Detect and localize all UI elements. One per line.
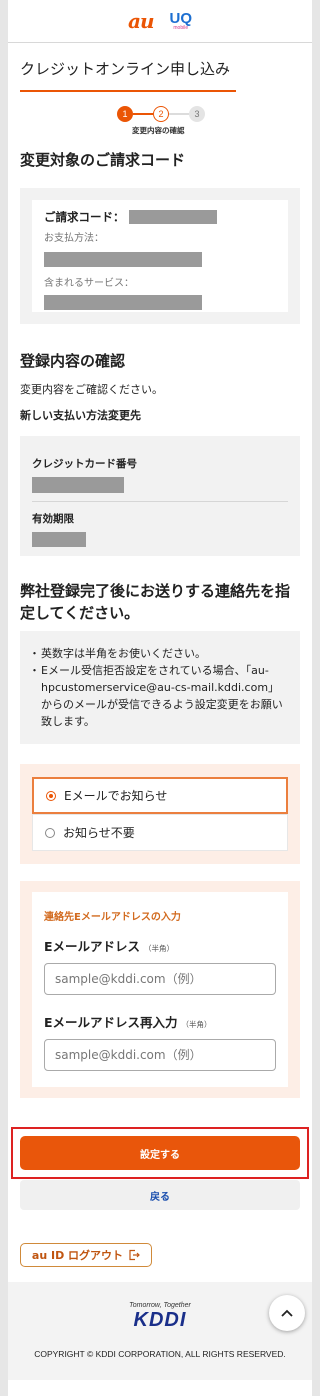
kddi-logo[interactable]: Tomorrow, Together KDDI — [8, 1302, 312, 1332]
radio-no-notify[interactable]: お知らせ不要 — [32, 814, 288, 851]
step-3: 3 — [189, 106, 205, 122]
email-hint: （半角） — [144, 944, 175, 953]
email-label: Eメールアドレス — [44, 939, 141, 954]
card-number-label: クレジットカード番号 — [32, 458, 137, 470]
services-label: 含まれるサービス： — [44, 278, 134, 289]
copyright: COPYRIGHT © KDDI CORPORATION, ALL RIGHTS… — [34, 1349, 286, 1359]
logout-button[interactable]: au ID ログアウト — [20, 1243, 152, 1267]
back-to-top-button[interactable] — [269, 1295, 305, 1331]
page-title-bar: クレジットオンライン申し込み — [8, 42, 312, 92]
back-button[interactable]: 戻る — [20, 1180, 300, 1210]
contact-heading: 弊社登録完了後にお送りする連絡先を指定してください。 — [20, 582, 291, 622]
notes-box: 英数字は半角をお使いください。 Eメール受信拒否設定をされている場合、「au-h… — [20, 631, 300, 744]
billing-code-masked — [128, 210, 217, 224]
registration-heading: 登録内容の確認 — [20, 352, 126, 370]
chevron-up-icon — [281, 1309, 293, 1317]
payment-method-masked — [44, 252, 202, 267]
logout-icon — [129, 1249, 140, 1261]
radio-selected-icon — [46, 790, 56, 801]
uq-logo-text: UQ — [169, 10, 193, 27]
logout-label: au ID ログアウト — [31, 1249, 124, 1262]
footer: Tomorrow, Together KDDI COPYRIGHT © KDDI… — [8, 1282, 312, 1380]
card-number-masked — [32, 477, 124, 493]
note-item: 英数字は半角をお使いください。 — [29, 645, 288, 662]
kddi-tagline: Tomorrow, Together — [129, 1302, 191, 1309]
notify-options: Eメールでお知らせ お知らせ不要 — [20, 764, 300, 864]
billing-box: ご請求コード： お支払方法： 含まれるサービス： — [20, 188, 300, 324]
step-2: 2 — [153, 106, 169, 122]
card-divider — [32, 501, 288, 502]
au-logo[interactable]: au — [128, 9, 154, 33]
radio-email-notify[interactable]: Eメールでお知らせ — [32, 777, 288, 814]
billing-heading: 変更対象のご請求コード — [20, 151, 186, 169]
email-confirm-hint: （半角） — [181, 1020, 212, 1029]
email-form-card: 連絡先Eメールアドレスの入力 Eメールアドレス（半角） Eメールアドレス再入力（… — [32, 892, 288, 1087]
radio-email-label: Eメールでお知らせ — [64, 789, 168, 803]
page-title: クレジットオンライン申し込み — [20, 60, 231, 78]
page: au UQ mobile クレジットオンライン申し込み 1 2 3 変更内容の確… — [8, 0, 312, 1396]
note-item: Eメール受信拒否設定をされている場合、「au-hpcustomerservice… — [29, 662, 288, 730]
kddi-wordmark: KDDI — [133, 1309, 187, 1331]
step-connector-1 — [133, 113, 153, 115]
payment-method-label: お支払方法： — [44, 233, 104, 244]
new-payment-subheading: 新しい支払い方法変更先 — [20, 409, 141, 422]
expiry-label: 有効期限 — [32, 513, 74, 525]
email-confirm-label-row: Eメールアドレス再入力 （半角） — [44, 1012, 276, 1031]
radio-no-notify-label: お知らせ不要 — [63, 826, 135, 840]
expiry-masked — [32, 532, 86, 547]
notes-list: 英数字は半角をお使いください。 Eメール受信拒否設定をされている場合、「au-h… — [29, 645, 288, 730]
email-input[interactable] — [44, 963, 276, 995]
step-connector-2 — [169, 113, 189, 115]
email-label-row: Eメールアドレス （半角） — [44, 936, 276, 955]
uq-mobile-logo[interactable]: UQ mobile — [170, 11, 193, 31]
email-form-heading: 連絡先Eメールアドレスの入力 — [44, 912, 181, 923]
billing-code-label: ご請求コード： — [44, 210, 125, 224]
submit-button[interactable]: 設定する — [20, 1136, 300, 1170]
uq-logo-sub: mobile — [173, 25, 189, 31]
card-info-box: クレジットカード番号 有効期限 — [20, 436, 300, 556]
step-label: 変更内容の確認 — [132, 126, 185, 135]
services-masked — [44, 295, 202, 310]
radio-empty-icon — [45, 827, 55, 838]
registration-instruction: 変更内容をご確認ください。 — [20, 383, 163, 396]
email-confirm-input[interactable] — [44, 1039, 276, 1071]
billing-card: ご請求コード： お支払方法： 含まれるサービス： — [32, 200, 288, 312]
email-confirm-label: Eメールアドレス再入力 — [44, 1015, 178, 1030]
email-form-box: 連絡先Eメールアドレスの入力 Eメールアドレス（半角） Eメールアドレス再入力（… — [20, 881, 300, 1098]
progress-steps: 1 2 3 変更内容の確認 — [8, 92, 312, 142]
header-logos: au UQ mobile — [8, 0, 312, 42]
step-1: 1 — [117, 106, 133, 122]
